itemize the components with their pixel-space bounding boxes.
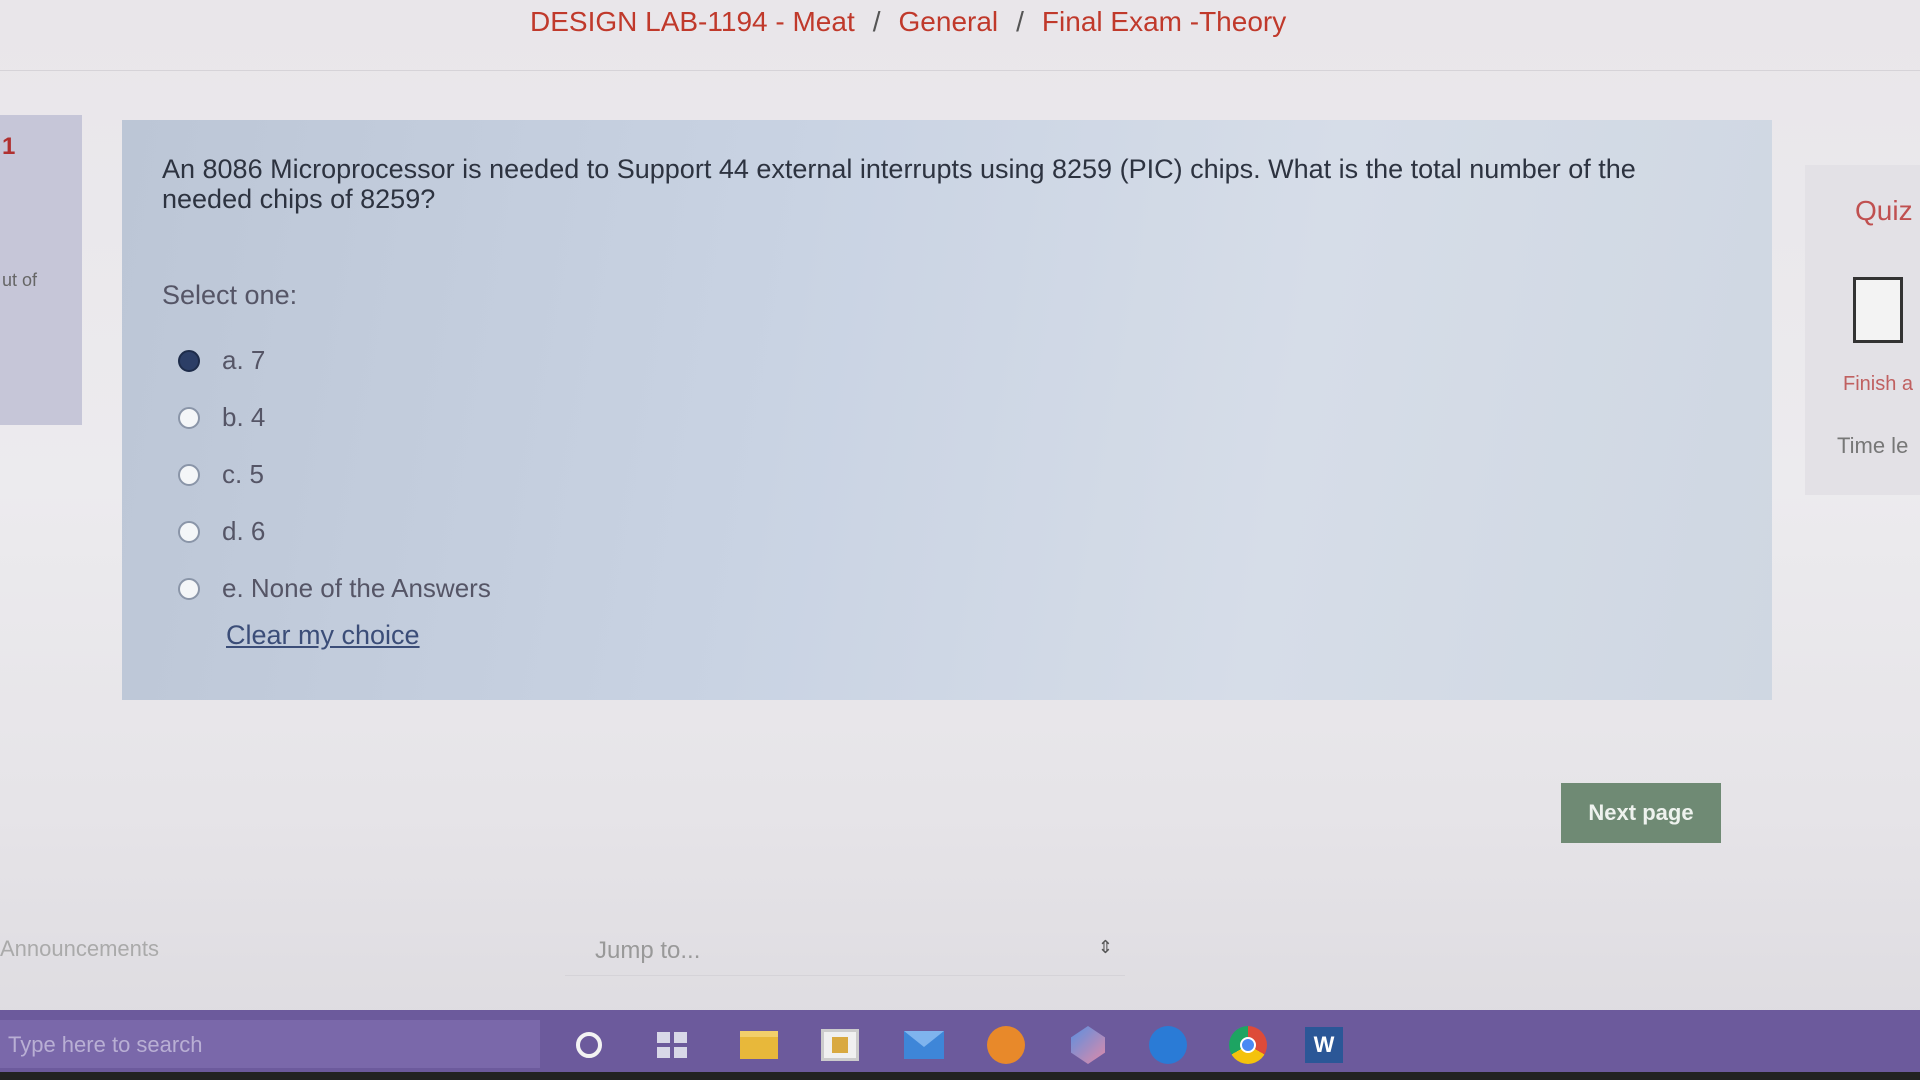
option-e[interactable]: e. None of the Answers	[178, 560, 491, 617]
question-text: An 8086 Microprocessor is needed to Supp…	[162, 154, 1636, 214]
question-nav-button[interactable]	[1853, 277, 1903, 343]
file-explorer-icon[interactable]	[737, 1023, 781, 1067]
taskbar-search-placeholder: Type here to search	[8, 1032, 203, 1057]
breadcrumb-separator: /	[872, 6, 881, 37]
quiz-navigation-title: Quiz	[1855, 195, 1913, 226]
quiz-navigation-panel: Quiz Finish a Time le	[1805, 165, 1920, 495]
finish-attempt-link[interactable]: Finish a	[1843, 373, 1913, 396]
edge-icon[interactable]	[1146, 1023, 1190, 1067]
option-e-label: e. None of the Answers	[222, 573, 491, 603]
next-page-button[interactable]: Next page	[1561, 783, 1721, 843]
option-c[interactable]: c. 5	[178, 446, 491, 503]
jump-to-select[interactable]: Jump to... ⇕	[565, 927, 1125, 976]
word-icon-label: W	[1305, 1027, 1343, 1063]
option-c-label: c. 5	[222, 459, 264, 489]
radio-d[interactable]	[178, 520, 200, 543]
option-b[interactable]: b. 4	[178, 389, 491, 446]
top-bar: DESIGN LAB-1194 - Meat / General / Final Exa…	[0, 0, 1920, 71]
option-a[interactable]: a. 7	[178, 332, 491, 389]
breadcrumb-course[interactable]: DESIGN LAB-1194 - Meat	[530, 6, 855, 37]
radio-c[interactable]	[178, 463, 200, 486]
breadcrumb-separator: /	[1016, 6, 1024, 37]
out-of-label: ut of	[2, 270, 38, 290]
option-a-label: a. 7	[222, 345, 266, 375]
breadcrumb: DESIGN LAB-1194 - Meat / General / Final Exa…	[530, 6, 1286, 38]
time-left-label: Time le	[1837, 433, 1909, 458]
question-info-panel: 1 ut of	[0, 115, 82, 425]
radio-b[interactable]	[178, 406, 200, 429]
store-icon[interactable]	[818, 1023, 862, 1067]
select-one-prompt: Select one:	[162, 280, 298, 310]
option-d[interactable]: d. 6	[178, 503, 491, 560]
app-icon[interactable]	[1066, 1023, 1110, 1067]
clear-choice-link[interactable]: Clear my choice	[226, 620, 420, 651]
chrome-icon[interactable]	[1226, 1023, 1270, 1067]
word-icon[interactable]: W	[1302, 1023, 1346, 1067]
option-b-label: b. 4	[222, 402, 266, 432]
taskbar: Type here to search W	[0, 1010, 1920, 1080]
mail-icon[interactable]	[902, 1023, 946, 1067]
radio-a[interactable]	[178, 349, 200, 372]
screen-edge	[0, 1072, 1920, 1080]
breadcrumb-section[interactable]: General	[899, 6, 999, 37]
breadcrumb-page[interactable]: Final Exam -Theory	[1042, 6, 1286, 37]
question-number: 1	[2, 133, 16, 160]
select-arrows-icon: ⇕	[1097, 937, 1113, 957]
previous-activity-link[interactable]: Announcements	[0, 936, 159, 962]
jump-to-placeholder: Jump to...	[595, 937, 701, 964]
taskbar-search[interactable]: Type here to search	[0, 1020, 540, 1068]
cortana-icon[interactable]	[567, 1023, 611, 1067]
answer-options: a. 7 b. 4 c. 5 d. 6 e. None of the Answe…	[178, 332, 491, 617]
office-icon[interactable]	[984, 1023, 1028, 1067]
task-view-icon[interactable]	[650, 1023, 694, 1067]
option-d-label: d. 6	[222, 516, 266, 546]
radio-e[interactable]	[178, 577, 200, 600]
question-box: An 8086 Microprocessor is needed to Supp…	[122, 120, 1772, 700]
